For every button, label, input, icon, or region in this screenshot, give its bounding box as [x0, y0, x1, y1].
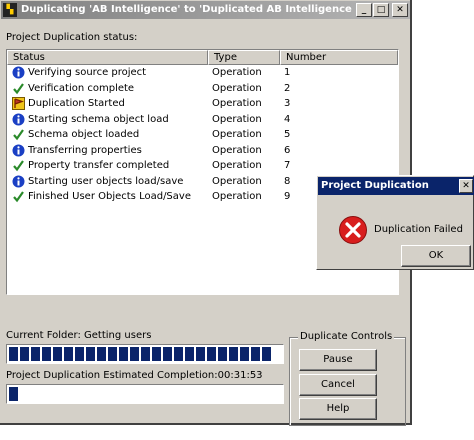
list-row[interactable]: Duplication Started Operation 3: [7, 97, 398, 112]
row-number: 5: [284, 129, 291, 140]
checkmark-icon: [12, 190, 25, 203]
checkmark-icon: [12, 159, 25, 172]
row-status: Duplication Started: [28, 98, 125, 109]
flag-icon: [12, 97, 25, 110]
dialog-title: Project Duplication: [321, 180, 429, 191]
progress-block: [108, 347, 117, 361]
row-status: Verification complete: [28, 82, 135, 94]
row-type: Operation: [212, 129, 262, 140]
list-row[interactable]: Verification complete Operation 2: [7, 82, 398, 97]
progress-block: [218, 347, 227, 361]
column-header-number[interactable]: Number: [280, 50, 398, 65]
progress-block: [207, 347, 216, 361]
minimize-button[interactable]: _: [356, 3, 372, 17]
info-icon: [12, 66, 25, 79]
progress-block: [262, 347, 271, 361]
pause-button[interactable]: Pause: [299, 349, 377, 371]
row-number: 6: [284, 144, 291, 156]
close-button[interactable]: ✕: [392, 3, 408, 17]
row-type: Operation: [212, 67, 262, 78]
row-type: Operation: [212, 113, 262, 125]
row-type: Operation: [212, 191, 262, 202]
list-row[interactable]: Transferring properties Operation 6: [7, 144, 398, 159]
row-status: Starting user objects load/save: [28, 175, 184, 187]
checkmark-icon: [12, 128, 25, 141]
dialog-titlebar[interactable]: Project Duplication ✕: [318, 177, 474, 195]
folder-progress-bar: [6, 344, 284, 364]
progress-block: [75, 347, 84, 361]
progress-block: [86, 347, 95, 361]
row-status: Property transfer completed: [28, 160, 170, 171]
progress-block: [9, 347, 18, 361]
row-status: Schema object loaded: [28, 129, 140, 140]
list-row[interactable]: Starting schema object load Operation 4: [7, 113, 398, 128]
progress-block: [53, 347, 62, 361]
estimated-completion-label: Project Duplication Estimated Completion…: [6, 370, 263, 381]
status-label: Project Duplication status:: [6, 32, 138, 43]
dialog-close-button[interactable]: ✕: [459, 179, 473, 193]
duplicate-controls-title: Duplicate Controls: [298, 331, 395, 342]
row-status: Starting schema object load: [28, 113, 169, 125]
progress-block: [141, 347, 150, 361]
progress-block: [251, 347, 260, 361]
row-type: Operation: [212, 175, 262, 187]
completion-progress-fill: [9, 387, 18, 401]
row-type: Operation: [212, 160, 262, 171]
info-icon: [12, 175, 25, 188]
app-icon: ▚: [3, 3, 17, 17]
progress-block: [185, 347, 194, 361]
window-title: Duplicating 'AB Intelligence' to 'Duplic…: [21, 4, 366, 15]
row-number: 9: [284, 191, 291, 202]
progress-block: [163, 347, 172, 361]
row-type: Operation: [212, 82, 262, 94]
completion-progress-bar: [6, 384, 284, 404]
progress-block: [119, 347, 128, 361]
row-status: Transferring properties: [28, 144, 142, 156]
progress-block: [130, 347, 139, 361]
list-row[interactable]: Schema object loaded Operation 5: [7, 128, 398, 143]
progress-block: [64, 347, 73, 361]
checkmark-icon: [12, 82, 25, 95]
window-titlebar[interactable]: ▚ Duplicating 'AB Intelligence' to 'Dupl…: [1, 1, 410, 19]
ok-button[interactable]: OK: [401, 245, 471, 267]
info-icon: [12, 144, 25, 157]
dialog-message: Duplication Failed: [374, 224, 463, 235]
progress-block: [9, 387, 18, 401]
list-row[interactable]: Verifying source project Operation 1: [7, 66, 398, 81]
progress-block: [196, 347, 205, 361]
row-type: Operation: [212, 98, 262, 109]
progress-block: [240, 347, 249, 361]
progress-block: [31, 347, 40, 361]
current-folder-label: Current Folder: Getting users: [6, 330, 152, 341]
progress-block: [229, 347, 238, 361]
help-button[interactable]: Help: [299, 398, 377, 420]
list-header: Status Type Number: [7, 50, 398, 65]
folder-progress-fill: [9, 347, 271, 361]
progress-block: [20, 347, 29, 361]
column-header-type[interactable]: Type: [208, 50, 280, 65]
row-type: Operation: [212, 144, 262, 156]
row-number: 4: [284, 113, 291, 125]
progress-block: [174, 347, 183, 361]
row-number: 3: [284, 98, 291, 109]
row-number: 8: [284, 175, 291, 187]
column-header-status[interactable]: Status: [7, 50, 208, 65]
row-number: 1: [284, 67, 291, 78]
cancel-button[interactable]: Cancel: [299, 374, 377, 396]
info-icon: [12, 113, 25, 126]
progress-block: [97, 347, 106, 361]
row-status: Finished User Objects Load/Save: [28, 191, 191, 202]
progress-block: [42, 347, 51, 361]
row-number: 7: [284, 160, 291, 171]
list-row[interactable]: Property transfer completed Operation 7: [7, 159, 398, 174]
maximize-button[interactable]: □: [373, 3, 389, 17]
progress-block: [152, 347, 161, 361]
error-dialog: Project Duplication ✕ Duplication Failed…: [316, 175, 474, 270]
error-icon: [339, 216, 367, 244]
row-status: Verifying source project: [28, 67, 147, 78]
row-number: 2: [284, 82, 291, 94]
